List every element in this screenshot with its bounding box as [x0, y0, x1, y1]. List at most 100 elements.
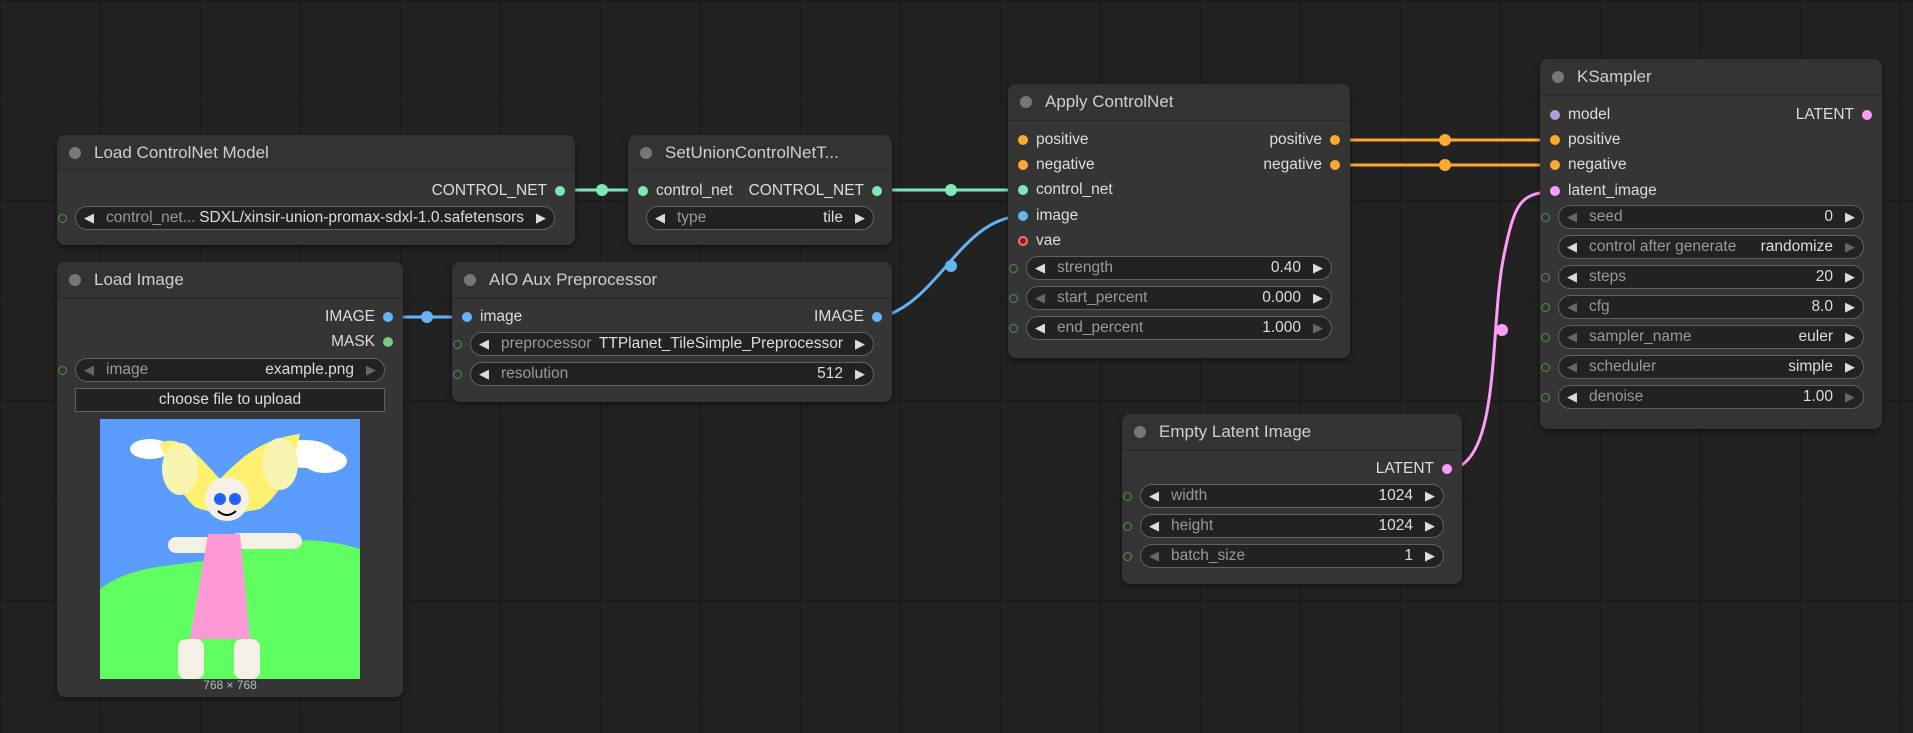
arrow-left-icon[interactable]: ◀: [84, 359, 94, 381]
arrow-right-icon[interactable]: ▶: [1845, 236, 1855, 258]
output-socket-icon[interactable]: [872, 186, 882, 196]
arrow-right-icon[interactable]: ▶: [1845, 386, 1855, 408]
input-socket-icon[interactable]: [1018, 236, 1028, 246]
arrow-left-icon[interactable]: ◀: [1567, 236, 1577, 258]
collapse-dot-icon[interactable]: [69, 147, 81, 159]
width-number[interactable]: ◀ width 1024 ▶: [1123, 484, 1444, 508]
arrow-left-icon[interactable]: ◀: [1149, 515, 1159, 537]
input-vae[interactable]: vae: [1018, 229, 1061, 253]
upload-button[interactable]: choose file to upload: [75, 388, 385, 412]
input-control-net[interactable]: control_net: [1018, 178, 1113, 202]
arrow-right-icon[interactable]: ▶: [1425, 485, 1435, 507]
arrow-left-icon[interactable]: ◀: [1149, 545, 1159, 567]
steps-number[interactable]: ◀ steps 20 ▶: [1541, 265, 1864, 289]
input-image[interactable]: image: [462, 305, 522, 329]
output-latent[interactable]: LATENT: [1376, 457, 1452, 481]
input-model[interactable]: model: [1550, 103, 1610, 127]
collapse-dot-icon[interactable]: [1020, 96, 1032, 108]
node-title[interactable]: KSampler: [1540, 59, 1882, 96]
widget-input-socket-icon[interactable]: [1123, 522, 1132, 531]
collapse-dot-icon[interactable]: [464, 274, 476, 286]
collapse-dot-icon[interactable]: [1552, 71, 1564, 83]
input-socket-icon[interactable]: [1550, 186, 1560, 196]
input-image[interactable]: image: [1018, 204, 1078, 228]
arrow-left-icon[interactable]: ◀: [1035, 257, 1045, 279]
widget-input-socket-icon[interactable]: [1123, 552, 1132, 561]
widget-input-socket-icon[interactable]: [1541, 273, 1550, 282]
output-socket-icon[interactable]: [1330, 160, 1340, 170]
output-mask[interactable]: MASK: [331, 330, 393, 354]
input-socket-icon[interactable]: [1550, 160, 1560, 170]
arrow-left-icon[interactable]: ◀: [84, 207, 94, 229]
height-number[interactable]: ◀ height 1024 ▶: [1123, 514, 1444, 538]
input-socket-icon[interactable]: [1018, 160, 1028, 170]
arrow-left-icon[interactable]: ◀: [479, 333, 489, 355]
ksampler-node[interactable]: KSampler model positive negative latent_…: [1540, 59, 1882, 429]
widget-input-socket-icon[interactable]: [1009, 294, 1018, 303]
output-positive[interactable]: positive: [1269, 128, 1340, 152]
widget-input-socket-icon[interactable]: [1009, 264, 1018, 273]
output-socket-icon[interactable]: [383, 312, 393, 322]
apply-controlnet-node[interactable]: Apply ControlNet positive negative contr…: [1008, 84, 1350, 358]
control-net-name-combo[interactable]: ◀ control_net... SDXL/xinsir-union-proma…: [58, 206, 555, 230]
arrow-right-icon[interactable]: ▶: [855, 207, 865, 229]
output-socket-icon[interactable]: [872, 312, 882, 322]
strength-number[interactable]: ◀ strength 0.40 ▶: [1009, 256, 1332, 280]
aio-aux-preprocessor-node[interactable]: AIO Aux Preprocessor image IMAGE ◀ prepr…: [452, 262, 892, 402]
output-control-net[interactable]: CONTROL_NET: [432, 179, 565, 203]
arrow-left-icon[interactable]: ◀: [1035, 287, 1045, 309]
sampler-name-combo[interactable]: ◀ sampler_name euler ▶: [1541, 325, 1864, 349]
output-socket-icon[interactable]: [1330, 135, 1340, 145]
output-socket-icon[interactable]: [383, 337, 393, 347]
preprocessor-combo[interactable]: ◀ preprocessor TTPlanet_TileSimple_Prepr…: [453, 332, 874, 356]
widget-input-socket-icon[interactable]: [1123, 492, 1132, 501]
arrow-left-icon[interactable]: ◀: [1035, 317, 1045, 339]
image-combo[interactable]: ◀ image example.png ▶: [58, 358, 385, 382]
arrow-left-icon[interactable]: ◀: [655, 207, 665, 229]
output-control-net[interactable]: CONTROL_NET: [749, 179, 882, 203]
arrow-left-icon[interactable]: ◀: [479, 363, 489, 385]
input-socket-icon[interactable]: [1018, 211, 1028, 221]
collapse-dot-icon[interactable]: [640, 147, 652, 159]
arrow-right-icon[interactable]: ▶: [1425, 545, 1435, 567]
node-title[interactable]: Load ControlNet Model: [57, 135, 575, 172]
arrow-right-icon[interactable]: ▶: [1845, 326, 1855, 348]
widget-input-socket-icon[interactable]: [453, 370, 462, 379]
node-title[interactable]: Load Image: [57, 262, 403, 299]
input-socket-icon[interactable]: [1550, 110, 1560, 120]
arrow-right-icon[interactable]: ▶: [1845, 296, 1855, 318]
output-socket-icon[interactable]: [1862, 110, 1872, 120]
output-latent[interactable]: LATENT: [1796, 103, 1872, 127]
arrow-left-icon[interactable]: ◀: [1567, 326, 1577, 348]
input-positive[interactable]: positive: [1018, 128, 1089, 152]
input-control-net[interactable]: control_net: [638, 179, 733, 203]
cfg-number[interactable]: ◀ cfg 8.0 ▶: [1541, 295, 1864, 319]
widget-input-socket-icon[interactable]: [1541, 213, 1550, 222]
set-union-controlnet-node[interactable]: SetUnionControlNetT... control_net CONTR…: [628, 135, 892, 245]
node-title[interactable]: SetUnionControlNetT...: [628, 135, 892, 172]
arrow-right-icon[interactable]: ▶: [855, 333, 865, 355]
input-latent-image[interactable]: latent_image: [1550, 179, 1657, 203]
input-negative[interactable]: negative: [1550, 153, 1627, 177]
resolution-number[interactable]: ◀ resolution 512 ▶: [453, 362, 874, 386]
start-percent-number[interactable]: ◀ start_percent 0.000 ▶: [1009, 286, 1332, 310]
seed-number[interactable]: ◀ seed 0 ▶: [1541, 205, 1864, 229]
arrow-right-icon[interactable]: ▶: [1845, 356, 1855, 378]
arrow-left-icon[interactable]: ◀: [1567, 206, 1577, 228]
arrow-right-icon[interactable]: ▶: [855, 363, 865, 385]
widget-input-socket-icon[interactable]: [1541, 393, 1550, 402]
widget-input-socket-icon[interactable]: [58, 366, 67, 375]
input-socket-icon[interactable]: [462, 312, 472, 322]
arrow-right-icon[interactable]: ▶: [536, 207, 546, 229]
widget-input-socket-icon[interactable]: [1541, 303, 1550, 312]
arrow-right-icon[interactable]: ▶: [1313, 317, 1323, 339]
denoise-number[interactable]: ◀ denoise 1.00 ▶: [1541, 385, 1864, 409]
widget-input-socket-icon[interactable]: [453, 340, 462, 349]
arrow-left-icon[interactable]: ◀: [1567, 266, 1577, 288]
widget-input-socket-icon[interactable]: [58, 214, 67, 223]
arrow-left-icon[interactable]: ◀: [1567, 356, 1577, 378]
output-image[interactable]: IMAGE: [814, 305, 882, 329]
type-combo[interactable]: ◀ type tile ▶: [646, 206, 874, 230]
output-socket-icon[interactable]: [555, 186, 565, 196]
input-socket-icon[interactable]: [1550, 135, 1560, 145]
